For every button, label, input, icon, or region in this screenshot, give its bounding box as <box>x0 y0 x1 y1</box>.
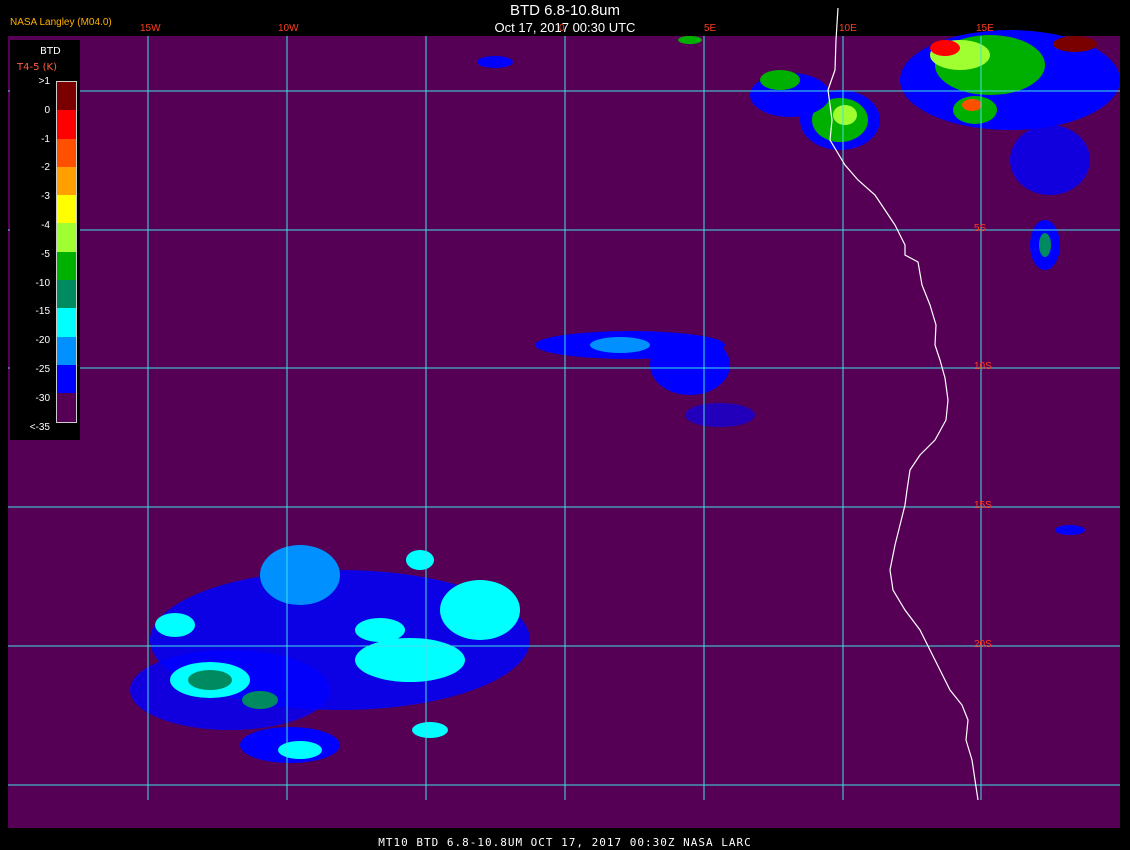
legend-tick-label: -15 <box>35 306 50 318</box>
legend-swatch <box>57 280 76 309</box>
legend-tick-label: -1 <box>41 133 50 145</box>
legend-swatch <box>57 110 76 139</box>
satellite-map <box>8 7 1120 828</box>
legend-tick-label: <-35 <box>29 421 50 433</box>
timestamp: Oct 17, 2017 00:30 UTC <box>494 20 636 35</box>
lon-label-15e: 15E <box>976 23 994 34</box>
legend-swatch <box>57 223 76 252</box>
color-legend: BTD T4-5 (K) >1 0 -1 -2 -3 -4 -5 -10 -15 -20 -25 -3… <box>10 40 80 440</box>
legend-tick-label: -5 <box>41 248 50 260</box>
legend-swatch <box>57 308 76 337</box>
legend-swatch <box>57 166 76 196</box>
lon-label-10e: 10E <box>839 23 857 34</box>
lat-label-10s: 10S <box>974 361 992 372</box>
legend-swatch <box>57 195 76 224</box>
legend-tick-label: >1 <box>38 76 50 87</box>
lat-label-5s: 5S <box>974 223 987 234</box>
lon-label-5e: 5E <box>704 23 717 34</box>
legend-swatch <box>57 336 76 365</box>
legend-unit: T4-5 (K) <box>17 62 57 73</box>
legend-swatch <box>57 138 76 167</box>
legend-tick-label: -25 <box>35 364 50 375</box>
legend-tick-label: -4 <box>41 220 50 231</box>
lon-label-0: 0 <box>559 23 565 34</box>
footer-caption: MT10 BTD 6.8-10.8UM OCT 17, 2017 00:30Z … <box>378 836 752 849</box>
legend-title: BTD <box>40 46 61 57</box>
lat-label-20s: 20S <box>974 639 992 650</box>
lon-label-15w: 15W <box>140 23 161 34</box>
legend-swatch <box>57 364 76 394</box>
chart-title: BTD 6.8-10.8um <box>509 2 621 19</box>
legend-tick-label: -3 <box>41 191 50 203</box>
lat-label-15s: 15S <box>974 500 992 511</box>
legend-tick-label: 0 <box>44 104 50 116</box>
legend-swatch <box>57 82 76 111</box>
producer-label: NASA Langley (M04.0) <box>10 17 112 28</box>
legend-swatch <box>57 251 76 281</box>
legend-tick-label: -20 <box>35 335 50 347</box>
legend-tick-label: -2 <box>41 162 50 174</box>
legend-colorbar <box>56 81 77 423</box>
legend-swatch <box>57 393 76 422</box>
lon-label-10w: 10W <box>278 23 299 34</box>
legend-tick-label: -30 <box>35 392 50 404</box>
legend-tick-label: -10 <box>35 277 50 289</box>
